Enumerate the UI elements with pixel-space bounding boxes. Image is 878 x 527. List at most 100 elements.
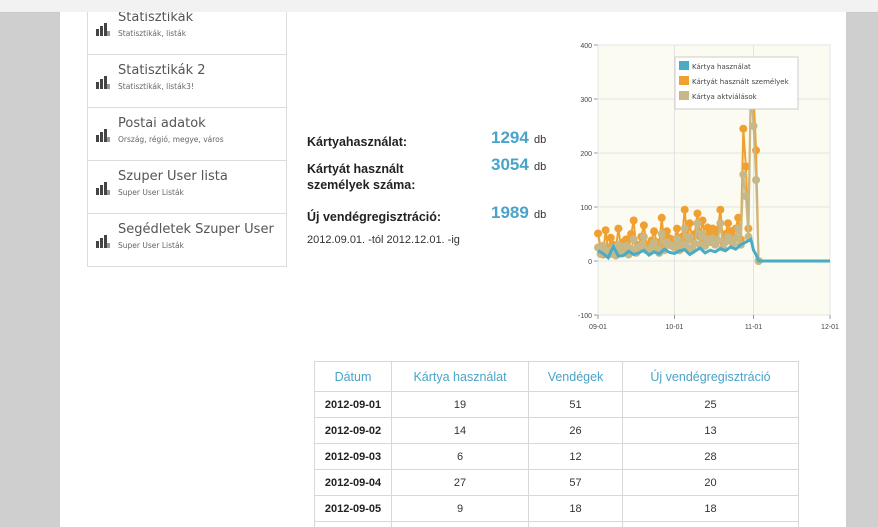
data-point [680, 224, 689, 233]
y-tick-label: 200 [580, 151, 592, 158]
cell-date: 2012-09-01 [314, 391, 392, 418]
data-point [749, 122, 758, 130]
cell-card-usage: 19 [391, 391, 529, 418]
legend-swatch [679, 91, 689, 100]
legend-label: Kártyát használt személyek [692, 78, 790, 86]
cell-date: 2012-09-02 [314, 417, 392, 444]
cell-guests: 12 [528, 443, 623, 470]
table-row: 2012-09-05 9 18 18 [314, 495, 799, 522]
y-tick-label: 300 [580, 97, 592, 104]
data-point [629, 235, 638, 244]
bar-chart-icon [96, 23, 110, 36]
page-content: Statisztikák Statisztikák, listák Statis… [60, 12, 846, 527]
cell-guests: 43 [528, 521, 623, 527]
data-point [680, 205, 689, 214]
card-usage-unit: db [534, 134, 547, 146]
y-tick-label: 100 [580, 205, 592, 212]
sidebar-item-subtitle: Statisztikák, listák [118, 29, 187, 38]
sidebar-item-title: Szuper User lista [118, 169, 228, 184]
cell-card-usage: 27 [391, 469, 529, 496]
data-point [606, 233, 615, 242]
new-guest-label: Új vendégregisztráció: [307, 210, 442, 224]
sidebar-item-statisztikak-2[interactable]: Statisztikák 2 Statisztikák, listák3! [88, 54, 286, 107]
x-tick-label: 10-01 [666, 324, 684, 331]
y-tick-label: 400 [580, 43, 592, 50]
sidebar-menu: Statisztikák Statisztikák, listák Statis… [87, 12, 287, 267]
sidebar-item-subtitle: Ország, régió, megye, város [118, 135, 224, 144]
data-point [734, 224, 743, 233]
cell-new-registration: 20 [622, 469, 799, 496]
x-tick-label: 09-01 [589, 324, 607, 331]
card-users-value: 3054 [491, 155, 529, 174]
sidebar-item-szuper-user-lista[interactable]: Szuper User lista Super User Listák [88, 160, 286, 213]
card-users-label-line1: Kártyát használt [307, 162, 404, 176]
table-row: 2012-09-01 19 51 25 [314, 391, 799, 418]
data-point [639, 232, 648, 241]
data-point [752, 176, 761, 184]
sidebar-item-subtitle: Super User Listák [118, 241, 184, 250]
cell-new-registration: 25 [622, 391, 799, 418]
period-text: 2012.09.01. -tól 2012.12.01. -ig [307, 234, 460, 246]
cell-date: 2012-09-04 [314, 469, 392, 496]
bar-chart-icon [96, 235, 110, 248]
data-point [716, 219, 725, 228]
new-guest-value: 1989 [491, 203, 529, 222]
sidebar-item-title: Statisztikák 2 [118, 63, 206, 78]
column-header-guests[interactable]: Vendégek [528, 361, 623, 392]
card-usage-label: Kártyahasználat: [307, 135, 408, 149]
data-point [594, 229, 602, 238]
data-point [713, 236, 722, 245]
card-users-label-line2: személyek száma: [307, 178, 416, 192]
data-point [650, 227, 659, 236]
x-tick-label: 11-01 [745, 324, 762, 331]
data-point [629, 216, 638, 225]
cell-card-usage: 14 [391, 417, 529, 444]
cell-card-usage: 6 [391, 443, 529, 470]
sidebar-item-title: Postai adatok [118, 116, 206, 131]
data-point [716, 205, 725, 214]
cell-card-usage: 9 [391, 495, 529, 522]
legend-swatch [679, 61, 689, 70]
column-header-date[interactable]: Dátum [314, 361, 392, 392]
legend-label: Kártya aktviálások [692, 93, 758, 101]
sidebar-item-statisztikak[interactable]: Statisztikák Statisztikák, listák [88, 12, 286, 54]
data-point [731, 234, 740, 243]
table-row: 2012-09-04 27 57 20 [314, 469, 799, 496]
cell-guests: 57 [528, 469, 623, 496]
x-tick-label: 12-01 [821, 324, 839, 331]
cell-guests: 18 [528, 495, 623, 522]
data-point [614, 224, 623, 233]
sidebar-item-postai-adatok[interactable]: Postai adatok Ország, régió, megye, váro… [88, 107, 286, 160]
data-point [639, 221, 648, 230]
cell-card-usage: 10 [391, 521, 529, 527]
cell-date: 2012-09-03 [314, 443, 392, 470]
cell-new-registration: 13 [622, 417, 799, 444]
legend-swatch [679, 76, 689, 85]
card-users-unit: db [534, 161, 547, 173]
data-point [724, 219, 733, 228]
y-tick-label: -100 [578, 313, 592, 320]
sidebar-item-title: Statisztikák [118, 12, 194, 25]
data-point [685, 232, 694, 241]
sidebar-item-segedletek[interactable]: Segédletek Szuper User Super User Listák [88, 213, 286, 266]
bar-chart-icon [96, 129, 110, 142]
table-row: 2012-09-02 14 26 13 [314, 417, 799, 444]
data-point [693, 219, 702, 228]
stats-table: Dátum Kártya használat Vendégek Új vendé… [314, 361, 799, 527]
card-usage-value: 1294 [491, 128, 529, 147]
data-point [657, 213, 666, 222]
legend-label: Kártya használat [692, 63, 751, 71]
data-point [601, 226, 610, 235]
cell-new-registration: 28 [622, 443, 799, 470]
y-tick-label: 0 [588, 259, 592, 266]
column-header-new-registration[interactable]: Új vendégregisztráció [622, 361, 799, 392]
cell-guests: 26 [528, 417, 623, 444]
sidebar-item-subtitle: Statisztikák, listák3! [118, 82, 194, 91]
cell-date: 2012-09-05 [314, 495, 392, 522]
data-point [673, 224, 682, 233]
sidebar-item-title: Segédletek Szuper User [118, 222, 274, 237]
cell-new-registration: 18 [622, 495, 799, 522]
column-header-card-usage[interactable]: Kártya használat [391, 361, 529, 392]
new-guest-unit: db [534, 209, 547, 221]
table-row: 2012-09-06 10 43 13 [314, 521, 799, 527]
